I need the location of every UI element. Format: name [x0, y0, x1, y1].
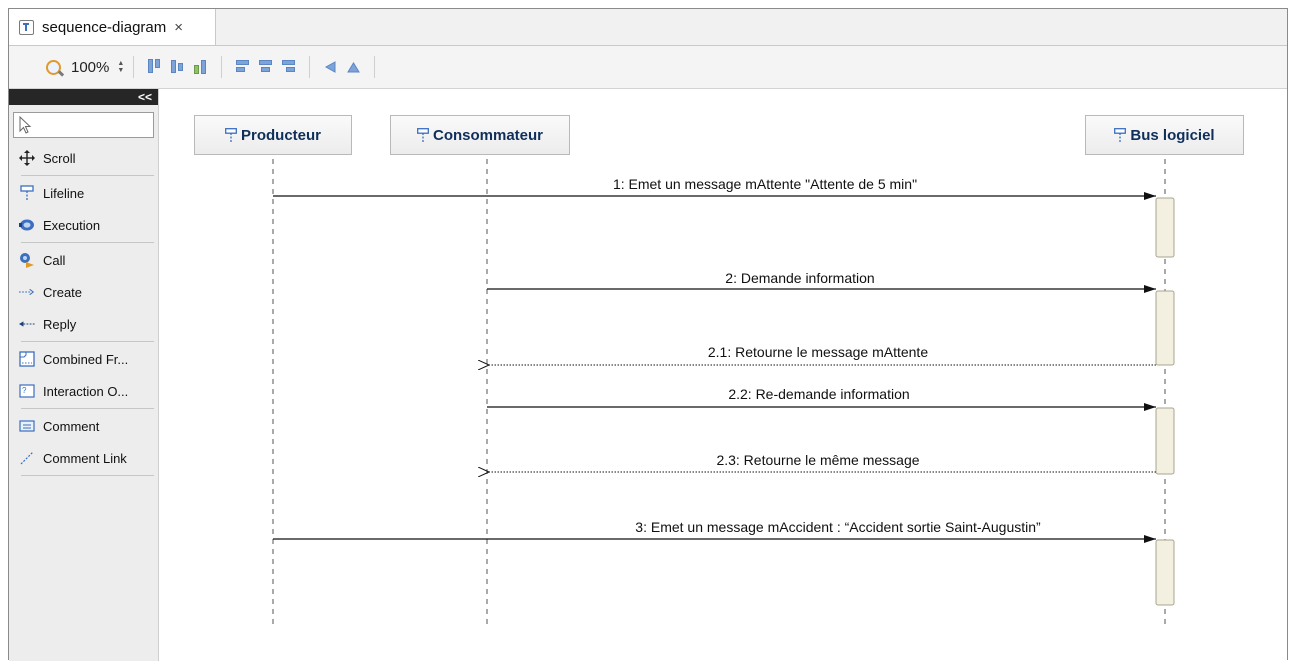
lifeline-name: Bus logiciel — [1130, 126, 1215, 144]
lifeline-name: Consommateur — [432, 126, 544, 144]
palette-separator — [21, 341, 154, 342]
match-height-icon[interactable] — [347, 59, 361, 75]
lifeline-consommateur[interactable]: Consommateur — [390, 115, 570, 155]
align-middle-icon[interactable] — [171, 59, 184, 75]
palette-item-label: Execution — [43, 217, 101, 233]
combined-fragment-icon — [19, 351, 35, 367]
palette-item-reply[interactable]: Reply — [9, 308, 158, 340]
reply-icon — [19, 316, 35, 332]
lifeline-icon — [225, 128, 237, 142]
lifeline-producteur[interactable]: Producteur — [194, 115, 352, 155]
palette-separator — [21, 175, 154, 176]
palette-item-label: Comment — [43, 418, 100, 434]
palette-item-lifeline[interactable]: Lifeline — [9, 177, 158, 209]
lifeline-bus-logiciel[interactable]: Bus logiciel — [1085, 115, 1244, 155]
palette-item-call[interactable]: Call — [9, 244, 158, 276]
diagram-file-icon — [19, 19, 34, 35]
execution-spec[interactable] — [1155, 290, 1175, 366]
palette-item-label: Lifeline — [43, 185, 85, 201]
message-2-2-label: 2.2: Re-demande information — [728, 386, 909, 402]
comment-icon — [19, 418, 35, 434]
zoom-control[interactable]: 100% ▲ ▼ — [46, 59, 124, 76]
message-1-label: 1: Emet un message mAttente "Attente de … — [613, 176, 917, 192]
lifeline-name: Producteur — [240, 126, 321, 144]
comment-link-icon — [19, 450, 35, 466]
create-icon — [19, 284, 35, 300]
palette-item-execution[interactable]: Execution — [9, 209, 158, 241]
tab-title: sequence-diagram — [42, 18, 167, 36]
align-top-icon[interactable] — [148, 59, 161, 75]
align-right-icon[interactable] — [282, 59, 296, 75]
toolbar-separator — [221, 56, 223, 78]
match-width-icon[interactable] — [324, 59, 337, 75]
align-bottom-icon[interactable] — [194, 59, 207, 75]
tab-bar: sequence-diagram × — [9, 9, 1287, 46]
lifeline-icon — [417, 128, 429, 142]
palette-item-comment-link[interactable]: Comment Link — [9, 442, 158, 474]
palette-item-create[interactable]: Create — [9, 276, 158, 308]
toolbar-separator — [309, 56, 311, 78]
toolbar: 100% ▲ ▼ — [9, 46, 1287, 89]
palette-separator — [21, 475, 154, 476]
align-left-icon[interactable] — [236, 59, 250, 75]
diagram-canvas[interactable]: 1: Emet un message mAttente "Attente de … — [160, 89, 1287, 661]
palette-item-label: Reply — [43, 316, 77, 332]
tool-palette: << Scroll Lifeline Execution Call Create… — [9, 89, 159, 661]
zoom-value[interactable]: 100% — [71, 59, 109, 76]
palette-item-label: Interaction O... — [43, 383, 129, 399]
message-3-label: 3: Emet un message mAccident : “Accident… — [635, 519, 1041, 535]
svg-text:?: ? — [22, 386, 27, 395]
align-center-icon[interactable] — [259, 59, 273, 75]
toolbar-separator — [374, 56, 376, 78]
sequence-diagram-svg: 1: Emet un message mAttente "Attente de … — [272, 149, 1175, 629]
palette-separator — [21, 408, 154, 409]
palette-collapse-button[interactable]: << — [9, 89, 158, 105]
palette-item-comment[interactable]: Comment — [9, 410, 158, 442]
tab-sequence-diagram[interactable]: sequence-diagram × — [9, 9, 216, 45]
palette-item-label: Call — [43, 252, 66, 268]
toolbar-separator — [133, 56, 135, 78]
lifeline-icon — [1114, 128, 1127, 142]
execution-spec[interactable] — [1155, 539, 1175, 606]
zoom-magnifier-icon — [46, 59, 61, 75]
message-2-1-label: 2.1: Retourne le message mAttente — [708, 344, 928, 360]
palette-item-label: Combined Fr... — [43, 351, 129, 367]
palette-item-label: Comment Link — [43, 450, 127, 466]
execution-icon — [19, 217, 35, 233]
palette-item-label: Scroll — [43, 150, 76, 166]
palette-item-combined-fragment[interactable]: Combined Fr... — [9, 343, 158, 375]
execution-spec[interactable] — [1155, 407, 1175, 475]
palette-item-interaction-occurrence[interactable]: ? Interaction O... — [9, 375, 158, 407]
zoom-stepper[interactable]: ▲ ▼ — [117, 60, 124, 74]
tab-close-icon[interactable]: × — [174, 19, 183, 36]
call-icon — [19, 252, 35, 268]
select-tool-button[interactable] — [13, 112, 154, 138]
message-2-3-label: 2.3: Retourne le même message — [716, 452, 919, 468]
zoom-up-icon[interactable]: ▲ — [117, 60, 124, 67]
interaction-occurrence-icon: ? — [19, 383, 35, 399]
execution-spec[interactable] — [1155, 197, 1175, 258]
palette-item-scroll[interactable]: Scroll — [9, 142, 158, 174]
message-2-label: 2: Demande information — [725, 270, 874, 286]
pointer-arrow-icon — [19, 116, 32, 134]
palette-separator — [21, 242, 154, 243]
zoom-down-icon[interactable]: ▼ — [117, 67, 124, 74]
editor-frame: sequence-diagram × 100% ▲ ▼ << Scroll Li… — [8, 8, 1288, 661]
scroll-icon — [19, 150, 35, 166]
lifeline-icon — [19, 185, 35, 201]
palette-item-label: Create — [43, 284, 83, 300]
